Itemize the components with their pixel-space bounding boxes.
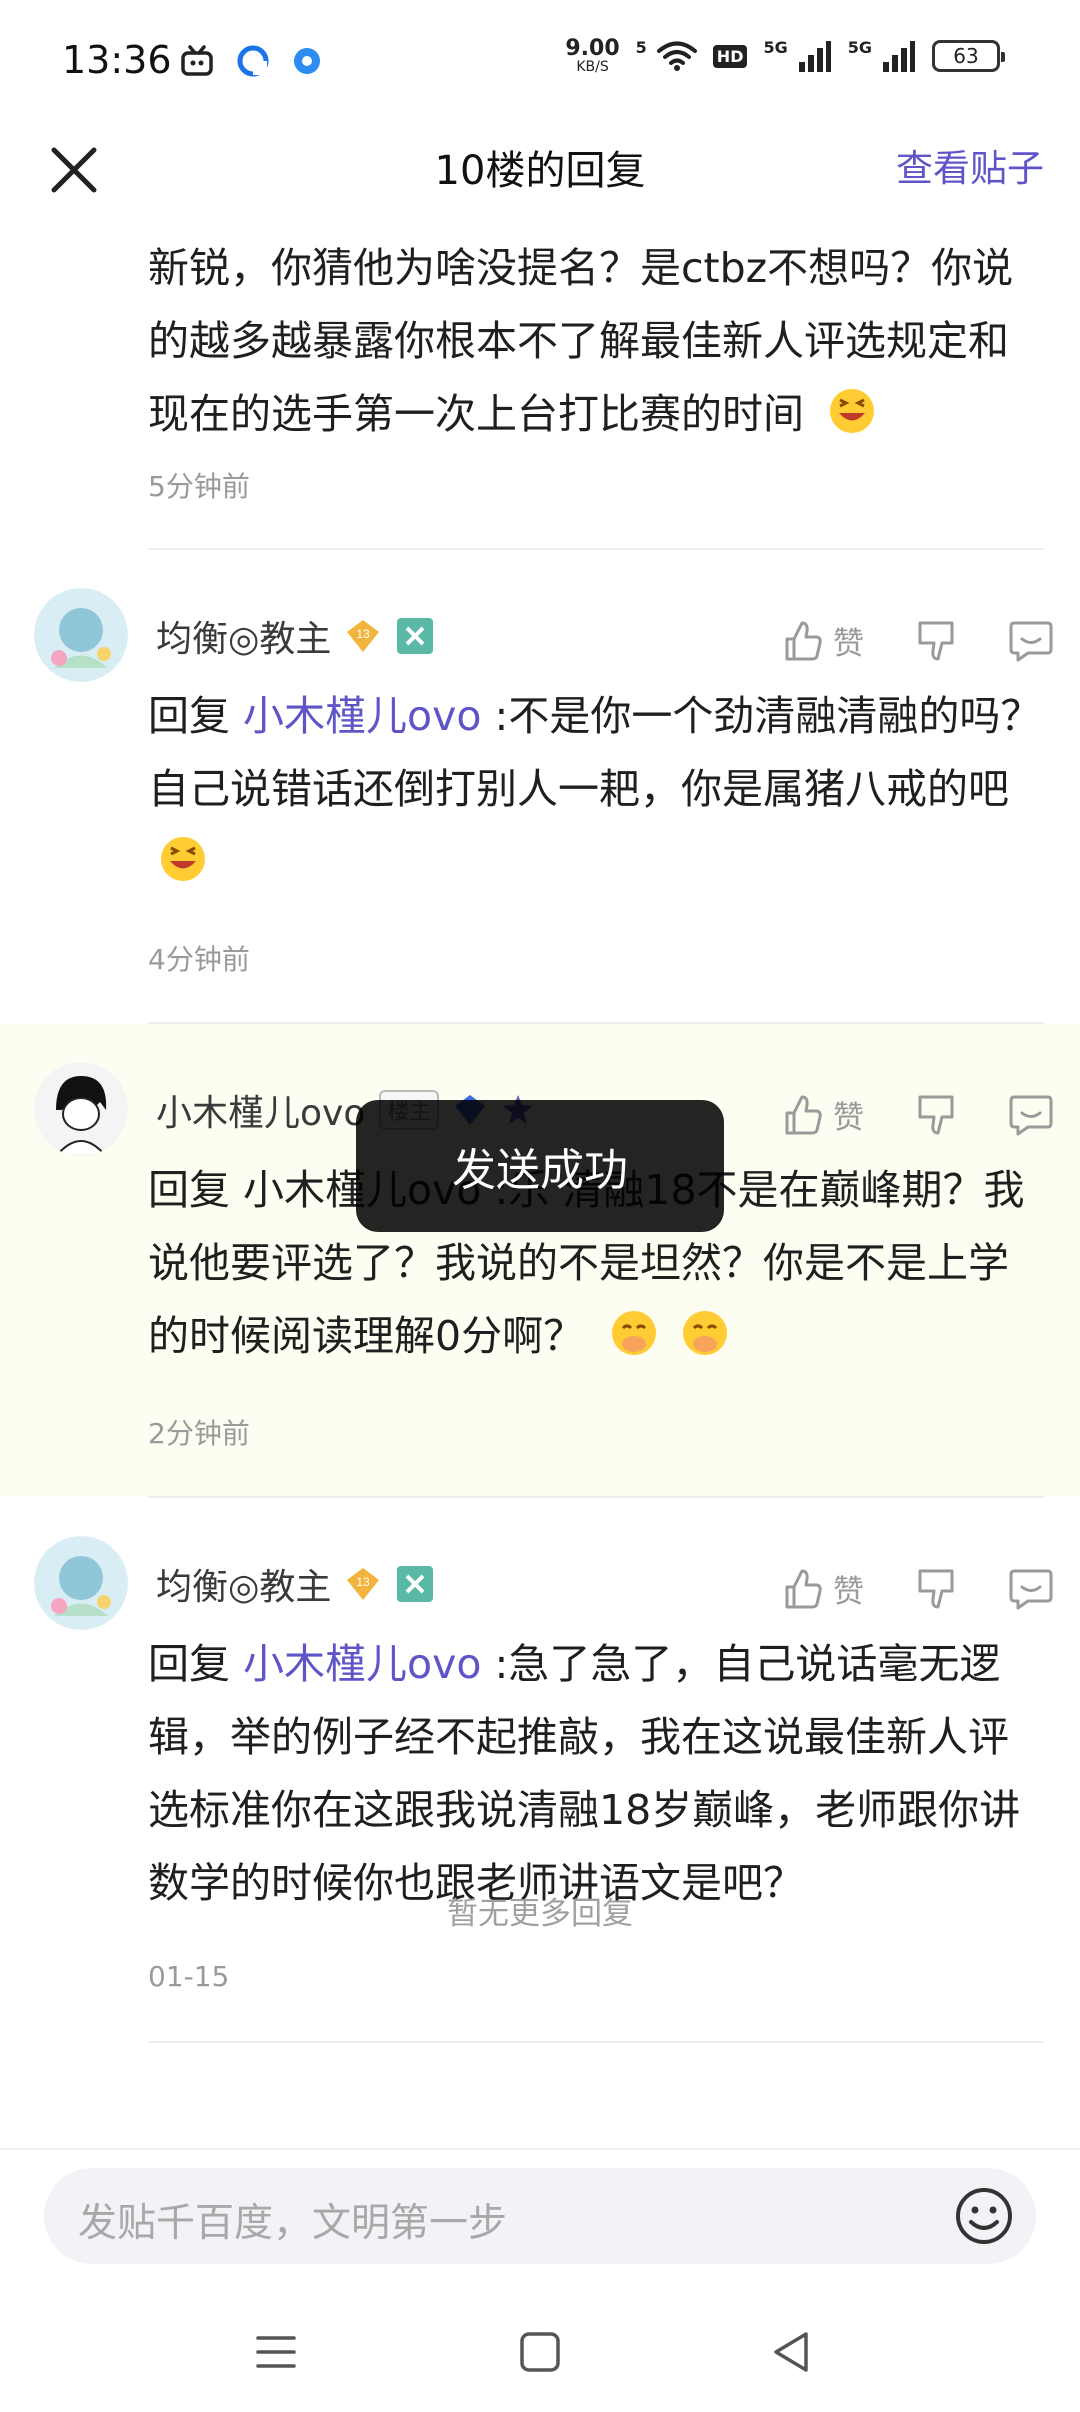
thumb-up-icon	[785, 1095, 822, 1134]
reply-time: 2分钟前	[148, 1417, 250, 1450]
comment-icon[interactable]	[1008, 619, 1054, 663]
hd-voice-badge: HD	[712, 44, 748, 68]
net-speed-unit: KB/S	[576, 59, 609, 75]
like-label: 赞	[833, 1100, 864, 1136]
signal-icon	[883, 41, 915, 72]
thumb-down-icon[interactable]	[914, 619, 958, 663]
like-label: 赞	[833, 1574, 864, 1610]
wifi-band-label: 5	[635, 38, 647, 57]
level-badge-icon: 13	[347, 1568, 380, 1600]
shy-emoji-icon	[612, 1311, 657, 1355]
avatar[interactable]	[34, 588, 128, 682]
battery-level: 63	[953, 44, 979, 68]
reply-actions: 赞	[781, 1566, 1054, 1611]
status-bar: 13:36 9.00 KB/S 5 HD 5G 5G 63	[0, 0, 1080, 120]
reply-item: 均衡◎教主 13 赞	[0, 550, 1080, 1022]
comment-icon[interactable]	[1008, 1567, 1054, 1611]
reply-prefix: 回复	[148, 692, 244, 740]
reply-time: 4分钟前	[148, 943, 250, 976]
reply-input-bar: 发贴千百度，文明第一步	[0, 2148, 1080, 2288]
shy-emoji-icon	[683, 1311, 728, 1355]
avatar[interactable]	[34, 1536, 128, 1630]
menu-icon[interactable]	[248, 2324, 304, 2380]
like-button[interactable]: 赞	[781, 618, 864, 663]
thumb-up-icon	[785, 1569, 822, 1608]
level-number: 13	[357, 1575, 371, 1589]
reply-input-placeholder: 发贴千百度，文明第一步	[78, 2201, 508, 2246]
laughing-emoji-icon	[161, 837, 205, 881]
mention-link[interactable]: 小木槿儿ovo	[243, 692, 481, 740]
signal-icon	[798, 41, 831, 72]
reply-prefix: 回复	[148, 1166, 244, 1214]
thumb-down-icon[interactable]	[914, 1567, 958, 1611]
username[interactable]: 均衡◎教主	[156, 1558, 331, 1610]
member-badge-icon	[397, 618, 434, 654]
wifi-icon	[656, 41, 697, 71]
user-row: 均衡◎教主 13	[156, 610, 435, 662]
reply-actions: 赞	[781, 1092, 1054, 1137]
reply-prefix: 回复	[148, 1640, 244, 1688]
thumb-up-icon	[785, 621, 822, 660]
back-icon[interactable]	[764, 2324, 820, 2380]
level-number: 13	[357, 627, 371, 641]
battery-icon: 63	[932, 40, 1005, 72]
reply-item-own: 小木槿儿ovo 楼主 赞 回复	[0, 1024, 1080, 1496]
reply-actions: 赞	[781, 618, 1054, 663]
signal1-label: 5G	[763, 38, 788, 57]
notification-icons	[180, 44, 322, 78]
status-time: 13:36	[62, 38, 172, 82]
toast-send-success: 发送成功	[356, 1100, 724, 1232]
main-floor-body: 新锐，你猜他为啥没提名？是ctbz不想吗？你说的越多越暴露你根本不了解最佳新人评…	[148, 244, 1014, 438]
reply-item: 均衡◎教主 13 赞	[0, 1498, 1080, 2058]
emoji-icon[interactable]	[952, 2184, 1016, 2248]
tv-app-icon	[181, 45, 213, 76]
no-more-replies: 暂无更多回复	[447, 1896, 633, 1932]
signal2-label: 5G	[847, 38, 872, 57]
user-row: 均衡◎教主 13	[156, 1558, 435, 1610]
thumb-down-icon[interactable]	[914, 1093, 958, 1137]
net-speed-value: 9.00	[565, 36, 620, 61]
app-notify-icon	[237, 45, 269, 77]
laughing-emoji-icon	[830, 389, 875, 433]
comment-icon[interactable]	[1008, 1093, 1054, 1137]
member-badge-icon	[397, 1566, 434, 1602]
avatar[interactable]	[34, 1062, 128, 1156]
like-button[interactable]: 赞	[781, 1566, 864, 1611]
home-icon[interactable]	[512, 2324, 568, 2380]
main-floor-text: 新锐，你猜他为啥没提名？是ctbz不想吗？你说的越多越暴露你根本不了解最佳新人评…	[148, 232, 1048, 451]
username[interactable]: 小木槿儿ovo	[156, 1084, 365, 1136]
reply-body: 回复 小木槿儿ovo :急了急了，自己说话毫无逻辑，举的例子经不起推敲，我在这说…	[148, 1628, 1048, 1920]
like-button[interactable]: 赞	[781, 1092, 864, 1137]
system-status: 9.00 KB/S 5 HD 5G 5G 63	[565, 36, 1005, 75]
username[interactable]: 均衡◎教主	[156, 610, 331, 662]
header: 10楼的回复 查看贴子	[0, 120, 1080, 225]
reply-input[interactable]: 发贴千百度，文明第一步	[44, 2168, 1036, 2264]
network-speed: 9.00 KB/S	[565, 36, 620, 75]
system-nav-bar	[0, 2288, 1080, 2412]
like-label: 赞	[833, 626, 864, 662]
mention-link[interactable]: 小木槿儿ovo	[243, 1640, 481, 1688]
level-badge-icon: 13	[347, 620, 380, 652]
reply-time: 01-15	[148, 1960, 230, 1993]
view-post-link[interactable]: 查看贴子	[896, 138, 1044, 192]
main-floor-time: 5分钟前	[148, 470, 250, 503]
reply-body: 回复 小木槿儿ovo :不是你一个劲清融清融的吗？自己说错话还倒打别人一耙，你是…	[148, 680, 1048, 899]
divider	[148, 2041, 1044, 2043]
browser-notify-icon	[294, 48, 320, 74]
